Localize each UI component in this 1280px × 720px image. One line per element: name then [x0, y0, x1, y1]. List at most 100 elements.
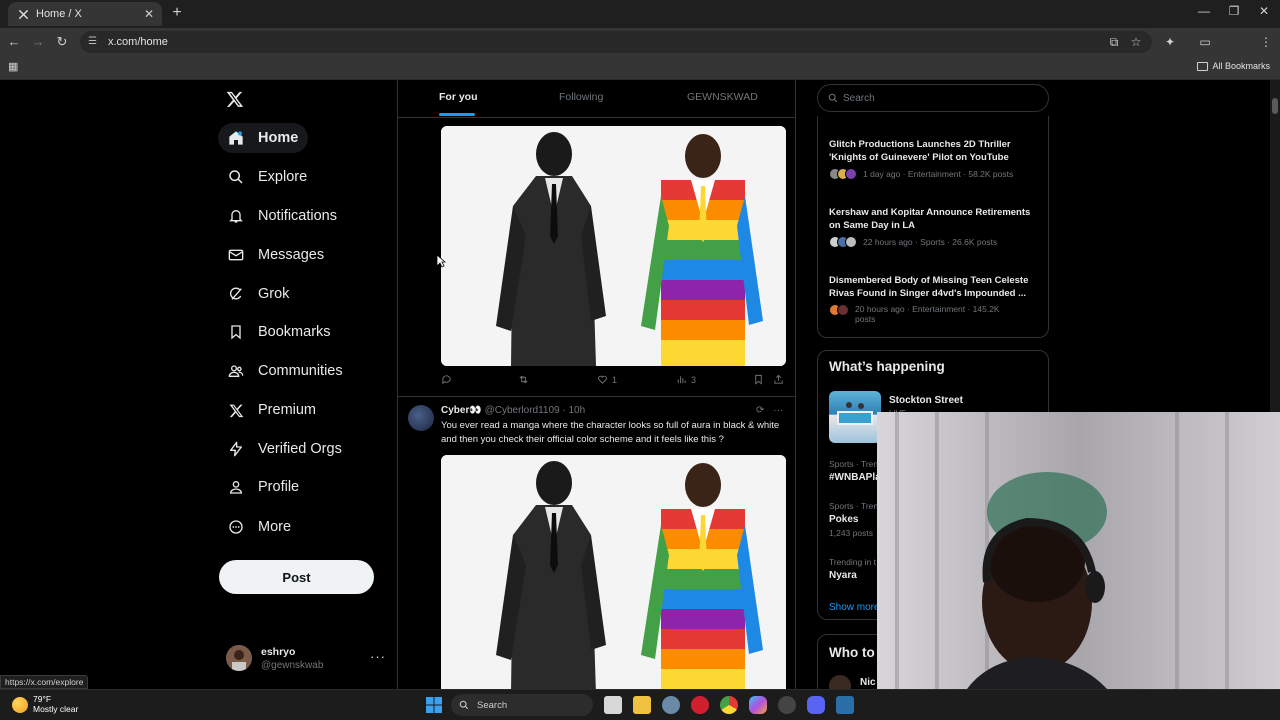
file-explorer-icon[interactable]	[633, 696, 651, 714]
tab-close-icon[interactable]: ✕	[144, 7, 154, 21]
news-avatars	[829, 168, 857, 180]
bookmark-tweet-button[interactable]	[753, 374, 768, 385]
nav-communities[interactable]: Communities	[218, 356, 353, 386]
apps-grid-icon[interactable]: ▦	[8, 61, 20, 73]
nav-profile[interactable]: Profile	[218, 472, 309, 502]
nav-grok[interactable]: Grok	[218, 279, 299, 309]
mouse-cursor-icon	[436, 254, 446, 268]
post-button[interactable]: Post	[219, 560, 374, 594]
nav-explore[interactable]: Explore	[218, 162, 317, 192]
featured-trend-title[interactable]: Stockton Street	[889, 395, 963, 406]
task-view-icon[interactable]	[604, 696, 622, 714]
browser-tab[interactable]: Home / X ✕	[8, 2, 162, 26]
tweet-author-name[interactable]: Cyber👀	[441, 405, 482, 416]
x-logo-icon[interactable]	[226, 90, 246, 110]
show-more-link[interactable]: Show more	[829, 602, 880, 613]
search-icon	[228, 169, 244, 185]
news-headline: Dismembered Body of Missing Teen Celeste…	[829, 275, 1029, 299]
search-input[interactable]: Search	[817, 84, 1049, 112]
tweet-author-handle[interactable]: @Cyberlord1109	[485, 405, 560, 416]
news-item[interactable]: Dismembered Body of Missing Teen Celeste…	[829, 274, 1041, 324]
weather-widget[interactable]: 79°F Mostly clear	[12, 694, 78, 715]
nav-messages-label: Messages	[258, 247, 325, 263]
tweet-header: Cyber👀 @Cyberlord1109 · 10h	[441, 405, 585, 416]
news-item[interactable]: Glitch Productions Launches 2D Thriller …	[829, 138, 1041, 180]
tweet-media-image[interactable]	[441, 126, 786, 366]
x-favicon-icon	[16, 7, 30, 21]
timeline-tabs: For you Following GEWNSKWAD	[398, 80, 795, 118]
repost-button[interactable]	[518, 374, 533, 385]
nav-premium-label: Premium	[258, 402, 317, 418]
nav-messages[interactable]: Messages	[218, 240, 334, 270]
windows-start-icon[interactable]	[426, 697, 442, 713]
account-more-icon[interactable]: ···	[370, 649, 386, 664]
reply-icon	[442, 375, 451, 385]
avatar[interactable]	[829, 675, 851, 689]
install-app-icon[interactable]: ⧉	[1106, 34, 1122, 50]
browser-menu-icon[interactable]: ⋮	[1258, 34, 1274, 50]
share-button[interactable]	[773, 374, 788, 385]
like-count: 1	[612, 374, 618, 385]
more-circle-icon	[228, 519, 244, 535]
suggested-user-name[interactable]: Nic	[860, 677, 876, 688]
envelope-icon	[228, 247, 244, 263]
app-icon[interactable]	[778, 696, 796, 714]
forward-icon[interactable]: →	[30, 34, 46, 50]
nav-home[interactable]: Home	[218, 123, 309, 153]
tweet-more-icon[interactable]: ···	[773, 405, 783, 416]
trend-thumbnail-image[interactable]	[829, 391, 881, 443]
lightning-icon	[228, 441, 244, 457]
folder-icon	[1197, 61, 1209, 71]
communities-icon	[228, 363, 244, 379]
close-window-button[interactable]: ✕	[1254, 4, 1274, 18]
bookmark-icon	[228, 324, 244, 340]
minimize-button[interactable]: —	[1194, 4, 1214, 18]
chrome-icon[interactable]	[720, 696, 738, 714]
reply-button[interactable]	[441, 374, 456, 385]
all-bookmarks-button[interactable]: All Bookmarks	[1197, 61, 1270, 71]
nav-verified-orgs[interactable]: Verified Orgs	[218, 434, 352, 464]
media-app-icon[interactable]	[691, 696, 709, 714]
nav-verified-orgs-label: Verified Orgs	[258, 441, 342, 457]
bookmark-star-icon[interactable]: ☆	[1128, 34, 1144, 50]
photos-icon[interactable]	[836, 696, 854, 714]
like-button[interactable]: 1	[597, 374, 617, 385]
tab-gewnskwad[interactable]: GEWNSKWAD	[687, 91, 758, 103]
site-info-icon[interactable]: ☰	[88, 36, 100, 48]
account-switcher[interactable]: eshryo @gewnskwab ···	[226, 643, 386, 673]
news-headline: Glitch Productions Launches 2D Thriller …	[829, 139, 1011, 163]
tweet-time[interactable]: · 10h	[562, 405, 585, 416]
nav-premium[interactable]: Premium	[218, 395, 326, 425]
new-tab-button[interactable]: +	[168, 4, 186, 22]
tweet-media-image[interactable]	[441, 455, 786, 689]
url-text: x.com/home	[108, 36, 168, 48]
search-icon	[459, 700, 469, 710]
grok-icon[interactable]: ⟳	[756, 405, 764, 416]
nav-bookmarks[interactable]: Bookmarks	[218, 317, 341, 347]
tweet-actions: 1 3	[441, 374, 786, 390]
weather-moon-icon	[12, 696, 28, 713]
back-icon[interactable]: ←	[6, 34, 22, 50]
tab-for-you[interactable]: For you	[439, 91, 478, 103]
side-panel-icon[interactable]: ▭	[1197, 34, 1213, 50]
settings-icon[interactable]	[662, 696, 680, 714]
nav-more[interactable]: More	[218, 512, 301, 542]
views-button[interactable]: 3	[676, 374, 696, 385]
avatar[interactable]	[408, 405, 434, 431]
taskbar-search[interactable]: Search	[451, 694, 593, 716]
bookmark-icon	[755, 374, 762, 385]
maximize-button[interactable]: ❐	[1224, 4, 1244, 18]
reload-icon[interactable]: ↻	[54, 34, 70, 50]
scrollbar-thumb[interactable]	[1272, 98, 1278, 114]
address-bar[interactable]: ☰ x.com/home	[80, 31, 1152, 53]
discord-icon[interactable]	[807, 696, 825, 714]
copilot-icon[interactable]	[749, 696, 767, 714]
tab-following[interactable]: Following	[559, 91, 603, 103]
extensions-icon[interactable]: ✦	[1162, 34, 1178, 50]
nav-notifications[interactable]: Notifications	[218, 201, 347, 231]
active-tab-indicator	[439, 113, 475, 116]
news-meta: 1 day ago · Entertainment · 58.2K posts	[863, 169, 1014, 179]
who-to-follow-title: Who to	[829, 645, 875, 660]
home-icon	[228, 130, 244, 146]
news-item[interactable]: Kershaw and Kopitar Announce Retirements…	[829, 206, 1041, 248]
